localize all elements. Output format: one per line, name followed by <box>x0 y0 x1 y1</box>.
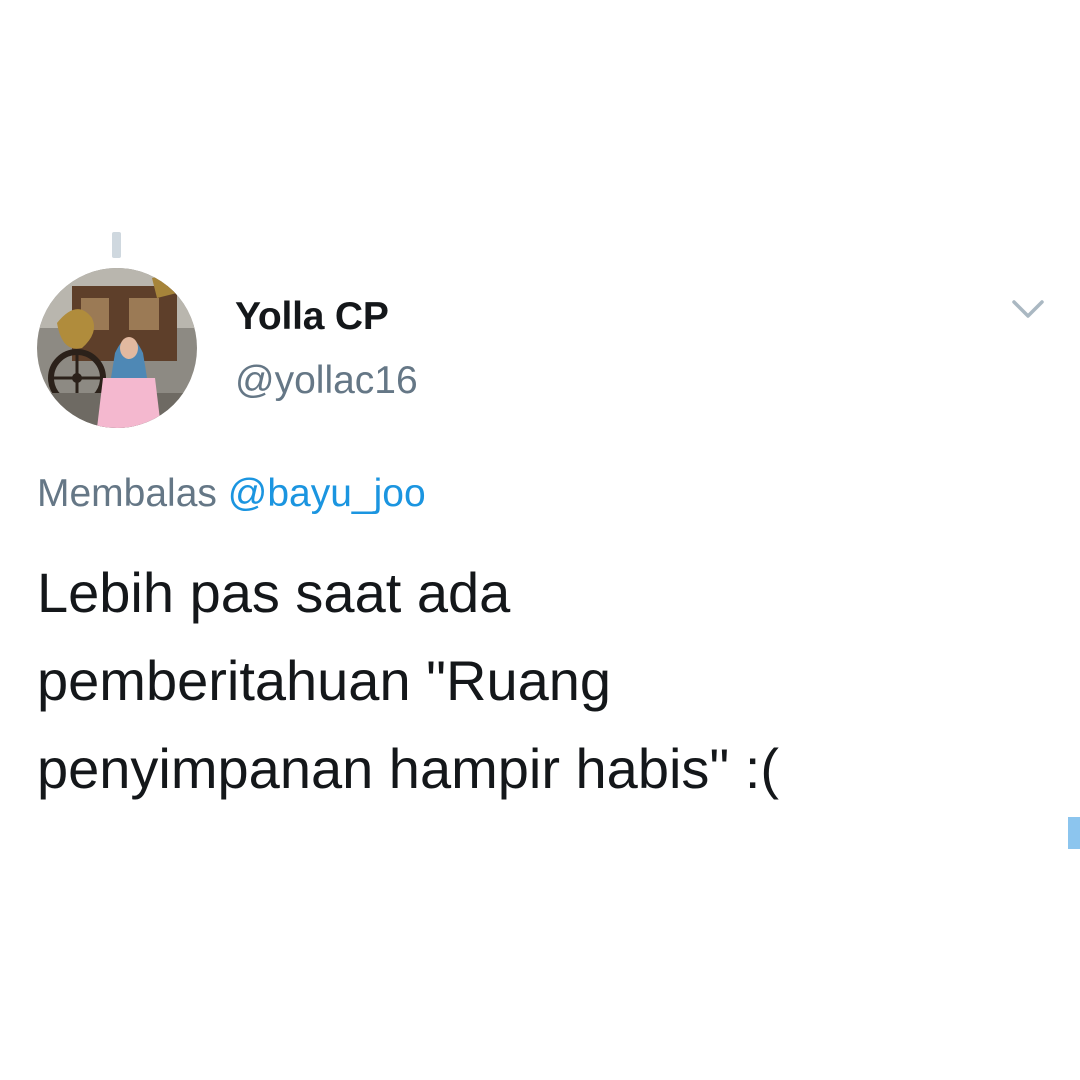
avatar-photo <box>37 268 197 428</box>
avatar[interactable] <box>37 268 197 428</box>
reply-mention-link[interactable]: @bayu_joo <box>228 472 426 515</box>
edge-accent-mark <box>1068 817 1080 849</box>
reply-prefix: Membalas <box>37 472 217 515</box>
author-handle[interactable]: @yollac16 <box>235 359 418 403</box>
tweet-text-line: penyimpanan hampir habis" :( <box>37 737 780 800</box>
thread-connector-line <box>112 232 121 258</box>
tweet-text-line: pemberitahuan "Ruang <box>37 649 612 712</box>
chevron-down-icon[interactable] <box>1008 296 1048 322</box>
tweet-text: Lebih pas saat ada pemberitahuan "Ruang … <box>37 549 1037 813</box>
reply-context: Membalas @bayu_joo <box>37 472 426 516</box>
tweet-text-line: Lebih pas saat ada <box>37 561 511 624</box>
author-display-name[interactable]: Yolla CP <box>235 295 389 339</box>
